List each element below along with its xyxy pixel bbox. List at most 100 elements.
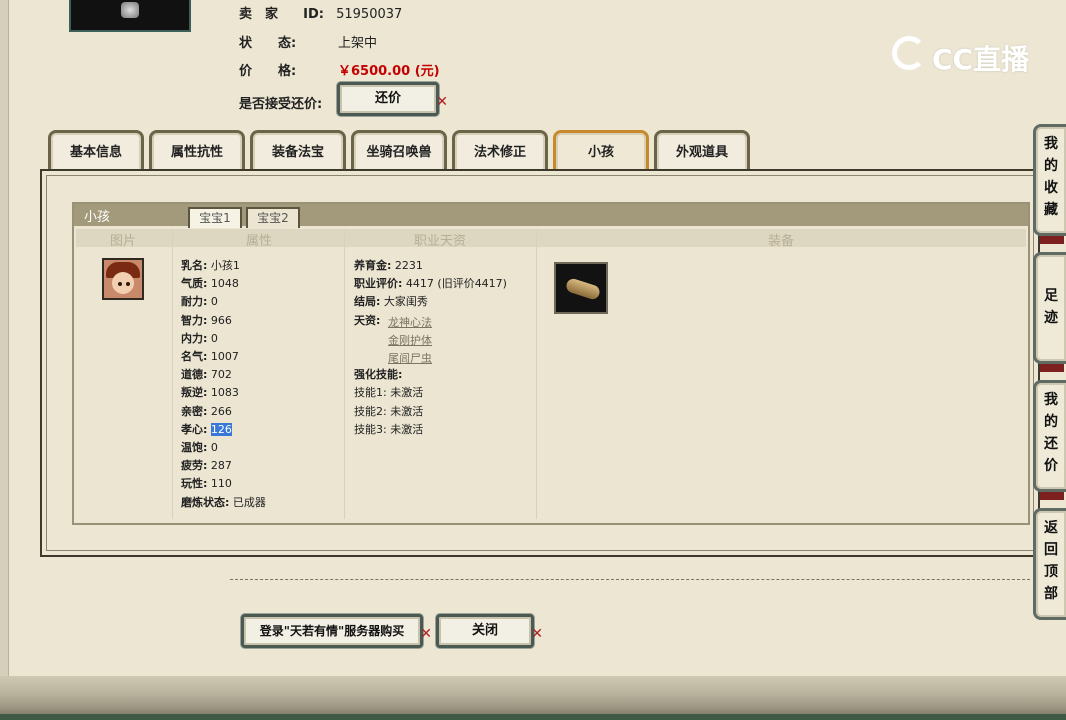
boots-icon	[564, 277, 602, 301]
talent-link[interactable]: 尾闾尸虫	[388, 350, 432, 366]
shoe-icon	[121, 2, 139, 18]
skill-label: 技能2:	[354, 405, 387, 418]
status-value: 上架中	[338, 36, 378, 51]
skill-value: 未激活	[390, 405, 424, 418]
close-x-icon: ✕	[531, 626, 543, 642]
subtab-baby-1[interactable]: 宝宝1	[188, 207, 242, 228]
attr-row: 疲劳: 287	[181, 459, 232, 472]
left-border	[0, 0, 9, 720]
counter-offer-button[interactable]: 还价 ✕	[337, 82, 448, 116]
talent-link[interactable]: 龙神心法	[388, 314, 432, 330]
skill-label: 技能1:	[354, 386, 387, 399]
attr-value: 1048	[210, 277, 239, 290]
attr-label: 孝心:	[181, 423, 208, 436]
attr-label: 气质:	[181, 277, 208, 290]
tab-label: 法术修正	[473, 145, 526, 160]
login-buy-label: 登录"天若有情"服务器购买	[259, 624, 405, 638]
cc-live-logo: CC直播	[892, 34, 1032, 78]
attr-label: 温饱:	[181, 441, 208, 454]
tab-basic-info[interactable]: 基本信息	[48, 130, 144, 171]
attr-row: 乳名: 小孩1	[181, 259, 240, 272]
status-row: 状 态: 上架中	[239, 32, 377, 51]
tab-appearance-items[interactable]: 外观道具	[654, 130, 750, 171]
skill-row: 技能1: 未激活	[354, 386, 423, 399]
attr-value: 小孩1	[210, 259, 240, 272]
equipment-slot[interactable]	[554, 262, 608, 314]
skills-header: 强化技能:	[354, 368, 402, 381]
attr-value: 702	[210, 368, 232, 381]
tab-label: 小孩	[587, 145, 614, 160]
close-x-icon: ✕	[436, 94, 448, 110]
tab-label: 基本信息	[69, 145, 122, 160]
attr-label: 耐力:	[181, 295, 208, 308]
attr-value: 0	[210, 332, 218, 345]
close-x-icon: ✕	[420, 626, 432, 642]
attr-label: 磨炼状态:	[181, 496, 230, 509]
attr-label: 名气:	[181, 350, 208, 363]
child-section-title: 小孩	[84, 210, 111, 225]
login-buy-button[interactable]: 登录"天若有情"服务器购买 ✕	[241, 614, 432, 648]
tab-mounts-pets[interactable]: 坐骑召唤兽	[351, 130, 447, 171]
tab-spell-correction[interactable]: 法术修正	[452, 130, 548, 171]
close-button[interactable]: 关闭 ✕	[436, 614, 543, 648]
counter-offer-row: 是否接受还价:	[239, 93, 322, 112]
logo-text: CC直播	[932, 43, 1030, 76]
side-label: 足迹	[1044, 288, 1058, 326]
side-connector	[1040, 236, 1064, 244]
attr-label: 道德:	[181, 368, 208, 381]
attr-label: 玩性:	[181, 477, 208, 490]
funds-value: 2231	[394, 259, 423, 272]
attr-row: 温饱: 0	[181, 441, 218, 454]
rating-row: 职业评价: 4417 (旧评价4417)	[354, 277, 507, 290]
skills-label: 强化技能:	[354, 368, 403, 381]
side-connector	[1040, 364, 1064, 372]
attr-label: 乳名:	[181, 259, 208, 272]
rating-value: 4417 (旧评价4417)	[405, 277, 507, 290]
attr-value: 287	[210, 459, 232, 472]
subtab-baby-2[interactable]: 宝宝2	[246, 207, 300, 228]
side-label: 我的还价	[1044, 392, 1058, 474]
side-connector	[1040, 492, 1064, 500]
talent-row: 天资:	[354, 314, 380, 327]
side-my-offers[interactable]: 我的还价	[1033, 380, 1066, 492]
side-my-favorites[interactable]: 我的收藏	[1033, 124, 1066, 236]
attr-value-selected[interactable]: 126	[210, 423, 232, 436]
attr-row: 道德: 702	[181, 368, 232, 381]
attr-row: 耐力: 0	[181, 295, 218, 308]
price-row: 价 格: ￥6500.00 (元)	[239, 60, 440, 79]
portrait-face	[112, 272, 134, 294]
rating-label: 职业评价:	[354, 277, 403, 290]
col-equipment: 装备	[768, 234, 795, 249]
skill-row: 技能3: 未激活	[354, 423, 423, 436]
col-image: 图片	[110, 234, 137, 249]
id-prefix: ID:	[303, 7, 324, 22]
column-divider	[536, 229, 537, 519]
seller-id: 51950037	[336, 7, 403, 22]
col-career-talent: 职业天资	[414, 234, 467, 249]
skill-value: 未激活	[390, 386, 424, 399]
attr-label: 亲密:	[181, 405, 208, 418]
tab-attributes[interactable]: 属性抗性	[149, 130, 245, 171]
tab-equipment[interactable]: 装备法宝	[250, 130, 346, 171]
bottom-strip	[0, 714, 1066, 720]
side-footprints[interactable]: 足迹	[1033, 252, 1066, 364]
attr-label: 智力:	[181, 314, 208, 327]
attr-row: 内力: 0	[181, 332, 218, 345]
attr-row: 名气: 1007	[181, 350, 239, 363]
tab-child[interactable]: 小孩	[553, 130, 649, 171]
item-image	[69, 0, 191, 32]
portrait-eye	[126, 282, 130, 286]
attr-value: 266	[210, 405, 232, 418]
column-divider	[344, 229, 345, 519]
tab-label: 坐骑召唤兽	[366, 145, 432, 160]
ending-value: 大家闺秀	[383, 295, 428, 308]
logo-ring-icon	[892, 36, 926, 70]
side-label: 我的收藏	[1044, 136, 1058, 218]
portrait-eye	[118, 282, 122, 286]
bottom-decoration	[0, 676, 1066, 720]
col-attributes: 属性	[246, 234, 273, 249]
attr-value: 1007	[210, 350, 239, 363]
attr-label: 叛逆:	[181, 386, 208, 399]
side-back-to-top[interactable]: 返回顶部	[1033, 508, 1066, 620]
talent-link[interactable]: 金刚护体	[388, 332, 432, 348]
